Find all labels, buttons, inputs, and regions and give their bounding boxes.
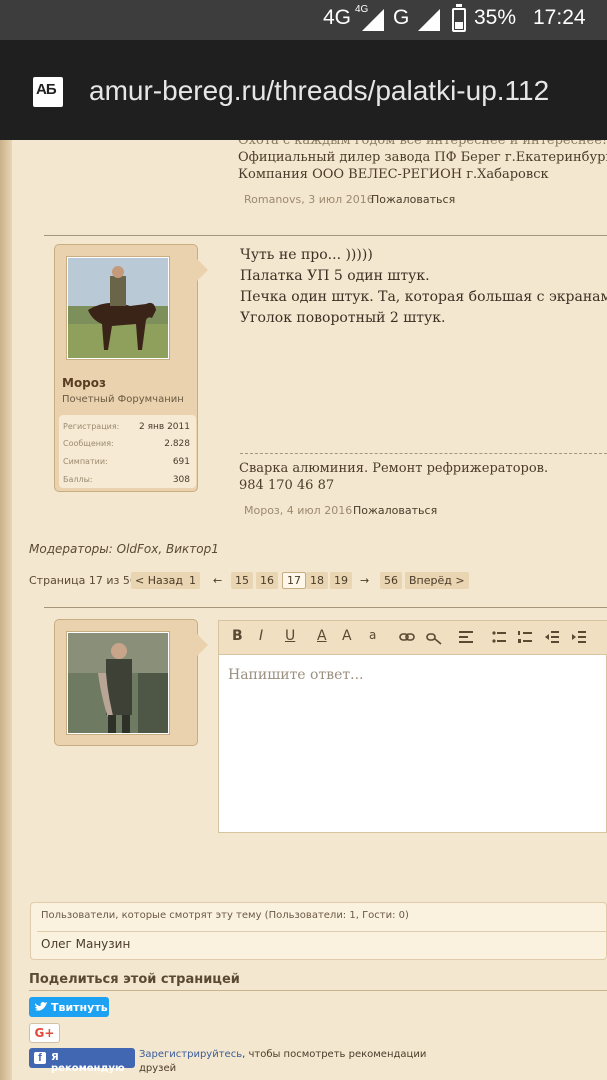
pagination-page[interactable]: 15 xyxy=(231,572,253,589)
watching-title: Пользователи, которые смотрят эту тему (… xyxy=(41,910,409,921)
battery-icon xyxy=(452,4,466,32)
signature-line: 984 170 46 87 xyxy=(239,478,335,493)
report-link[interactable]: Пожаловаться xyxy=(353,504,437,517)
share-separator xyxy=(29,990,607,991)
signature-separator xyxy=(240,453,607,454)
thread-page: Охота с каждым годом все интереснее и ин… xyxy=(0,140,607,1080)
pagination-gap-right[interactable]: → xyxy=(356,572,373,589)
status-bar: 4G 4G G 35% 17:24 xyxy=(0,0,607,40)
facebook-recommend-button[interactable]: f Я рекомендую xyxy=(29,1048,135,1074)
stat-label: Симпатии: xyxy=(63,457,108,466)
twitter-bird-icon xyxy=(35,1002,47,1011)
page-border xyxy=(0,140,12,1080)
google-plus-button[interactable]: G+ xyxy=(29,1023,60,1043)
numbered-list-icon[interactable] xyxy=(518,631,532,643)
pagination-next-button[interactable]: Вперёд > xyxy=(405,572,469,589)
message-line: Палатка УП 5 один штук. xyxy=(240,268,430,284)
pagination-page[interactable]: 1 xyxy=(185,572,200,589)
reply-divider xyxy=(44,607,607,608)
pagination-page[interactable]: 16 xyxy=(256,572,278,589)
avatar[interactable] xyxy=(67,257,169,359)
user-title: Почетный Форумчанин xyxy=(62,394,184,405)
pagination-prev-button[interactable]: < Назад xyxy=(131,572,187,589)
stat-value: 2 янв 2011 xyxy=(139,422,190,432)
pagination-page[interactable]: 56 xyxy=(380,572,402,589)
align-icon[interactable] xyxy=(459,631,473,643)
stat-value: 691 xyxy=(172,457,190,467)
prev-report-link[interactable]: Пожаловаться xyxy=(371,193,455,206)
signal-icon-2 xyxy=(418,9,440,31)
stat-label: Сообщения: xyxy=(63,439,114,448)
facebook-recommend-label: Я рекомендую xyxy=(51,1052,125,1074)
username[interactable]: Мороз xyxy=(62,376,106,390)
avatar-horse-rider-icon xyxy=(68,258,168,358)
stat-value: 308 xyxy=(172,475,190,485)
reply-placeholder[interactable]: Напишите ответ... xyxy=(228,667,363,683)
reply-editor[interactable]: B I U A A a Напишите ответ... xyxy=(218,620,607,833)
moderators-label: Модераторы: OldFox, Виктор1 xyxy=(29,542,219,556)
site-favicon-icon: АБ xyxy=(33,77,63,107)
underline-button[interactable]: U xyxy=(285,628,295,644)
share-title: Поделиться этой страницей xyxy=(29,972,240,987)
bullet-list-icon[interactable] xyxy=(492,631,506,643)
stat-value: 2.828 xyxy=(164,439,190,449)
message-line: Печка один штук. Та, которая большая с э… xyxy=(240,289,607,305)
battery-percent: 35% xyxy=(474,6,517,29)
message-line: Чуть не про... ))))) xyxy=(240,247,373,263)
url-text[interactable]: amur-bereg.ru/threads/palatki-up.112 xyxy=(89,75,549,107)
text-color-button[interactable]: A xyxy=(317,628,327,644)
unlink-icon[interactable] xyxy=(426,631,442,645)
tweet-button[interactable]: Твитнуть xyxy=(29,997,109,1017)
italic-button[interactable]: I xyxy=(259,628,263,644)
watching-users-panel: Пользователи, которые смотрят эту тему (… xyxy=(30,902,607,960)
network-type: 4G xyxy=(323,6,352,29)
prev-signature-line: Компания ООО ВЕЛЕС-РЕГИОН г.Хабаровск xyxy=(238,167,549,182)
font-size-button[interactable]: A xyxy=(342,628,352,644)
bold-button[interactable]: B xyxy=(232,628,243,644)
facebook-register-text: Зарегистрируйтесь, чтобы посмотреть реко… xyxy=(139,1049,427,1074)
clock: 17:24 xyxy=(533,6,586,29)
facebook-icon: f xyxy=(34,1052,46,1064)
pagination-current-page[interactable]: 17 xyxy=(282,572,306,589)
link-icon[interactable] xyxy=(399,631,415,643)
user-stats: Регистрация: 2 янв 2011 Сообщения: 2.828… xyxy=(59,415,196,488)
outdent-icon[interactable] xyxy=(545,631,559,643)
prev-signature-line: Охота с каждым годом все интереснее и ин… xyxy=(238,140,607,148)
post-author-date[interactable]: Мороз, 4 июл 2016 xyxy=(244,504,352,517)
editor-toolbar: B I U A A a xyxy=(219,621,607,655)
indent-icon[interactable] xyxy=(572,631,586,643)
stat-label: Баллы: xyxy=(63,475,93,484)
pagination-page[interactable]: 18 xyxy=(306,572,328,589)
reply-avatar[interactable] xyxy=(67,632,169,734)
tweet-label: Твитнуть xyxy=(51,1001,108,1014)
pagination-page[interactable]: 19 xyxy=(330,572,352,589)
font-family-button[interactable]: a xyxy=(369,628,376,642)
avatar-fisherman-icon xyxy=(68,633,168,733)
signature-line: Сварка алюминия. Ремонт рефрижераторов. xyxy=(239,461,549,476)
prev-post-date[interactable]: 3 июл 2016 xyxy=(308,193,373,206)
prev-post-author[interactable]: Romanovs xyxy=(244,193,301,206)
network-type-2: G xyxy=(393,6,410,29)
signal-icon xyxy=(362,9,384,31)
facebook-register-link[interactable]: Зарегистрируйтесь xyxy=(139,1049,242,1060)
stat-label: Регистрация: xyxy=(63,422,120,431)
prev-signature-line: Официальный дилер завода ПФ Берег г.Екат… xyxy=(238,150,607,165)
user-info-box: Мороз Почетный Форумчанин Регистрация: 2… xyxy=(54,244,208,492)
reply-user-box xyxy=(54,619,208,746)
page-indicator: Страница 17 из 56 xyxy=(29,574,137,587)
message-line: Уголок поворотный 2 штук. xyxy=(240,310,446,326)
post-divider xyxy=(44,235,607,236)
pagination-gap-left[interactable]: ← xyxy=(209,572,226,589)
watching-separator xyxy=(37,931,607,932)
watching-user-link[interactable]: Олег Манузин xyxy=(41,937,130,951)
